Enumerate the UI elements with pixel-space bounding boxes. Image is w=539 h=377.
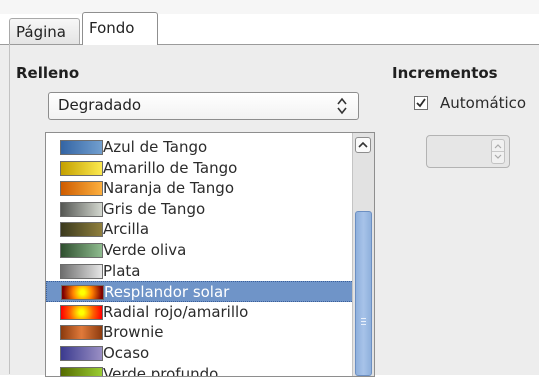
- list-item[interactable]: Azul de Tango: [46, 137, 354, 158]
- scroll-up-button[interactable]: [355, 137, 371, 153]
- automatic-checkbox[interactable]: [414, 96, 428, 110]
- chevron-up-icon: [358, 141, 368, 148]
- gradient-swatch: [60, 160, 103, 176]
- gradient-list-scrollbar[interactable]: [352, 133, 374, 376]
- gradient-swatch: [60, 345, 103, 361]
- gradient-list[interactable]: Azul de Tango Amarillo de Tango Naranja de…: [45, 132, 375, 377]
- gradient-name: Arcilla: [103, 220, 150, 239]
- gradient-swatch: [60, 263, 103, 279]
- tab-pagina[interactable]: Página: [9, 18, 80, 44]
- fill-type-value: Degradado: [58, 96, 142, 114]
- gradient-name: Verde oliva: [103, 240, 187, 259]
- gradient-swatch: [60, 201, 103, 217]
- gradient-name: Plata: [103, 261, 141, 280]
- gradient-swatch: [60, 325, 103, 341]
- window-top-edge: [0, 0, 539, 14]
- list-item[interactable]: Naranja de Tango: [46, 178, 354, 199]
- gradient-swatch: [60, 222, 103, 238]
- gradient-name: Brownie: [103, 323, 164, 342]
- gradient-name: Resplandor solar: [104, 283, 230, 302]
- gradient-name: Amarillo de Tango: [103, 158, 238, 177]
- fill-heading: Relleno: [16, 64, 80, 82]
- list-item[interactable]: Arcilla: [46, 219, 354, 240]
- list-item[interactable]: Verde profundo: [46, 364, 354, 377]
- gradient-name: Ocaso: [103, 343, 150, 362]
- gradient-name: Verde profundo: [103, 364, 219, 377]
- list-item[interactable]: Amarillo de Tango: [46, 158, 354, 179]
- gradient-name: Naranja de Tango: [103, 179, 235, 198]
- gradient-name: Azul de Tango: [103, 138, 208, 156]
- automatic-label[interactable]: Automático: [440, 94, 526, 112]
- panel-border: [9, 44, 10, 374]
- gradient-rows: Azul de Tango Amarillo de Tango Naranja de…: [46, 137, 354, 377]
- gradient-swatch: [60, 304, 103, 320]
- fill-type-dropdown[interactable]: Degradado: [48, 92, 359, 120]
- gradient-name: Gris de Tango: [103, 199, 206, 218]
- list-item[interactable]: Resplandor solar: [46, 281, 354, 302]
- list-item[interactable]: Radial rojo/amarillo: [46, 302, 354, 323]
- up-down-arrows-icon: [334, 95, 350, 117]
- tab-fondo[interactable]: Fondo: [82, 12, 158, 45]
- increments-spinbox: [426, 135, 510, 168]
- gradient-swatch: [60, 242, 103, 258]
- spin-buttons: [491, 139, 505, 164]
- list-item[interactable]: Verde oliva: [46, 240, 354, 261]
- list-item[interactable]: Plata: [46, 261, 354, 282]
- gradient-swatch: [61, 285, 104, 301]
- gradient-swatch: [60, 181, 103, 197]
- list-item[interactable]: Gris de Tango: [46, 199, 354, 220]
- gradient-swatch: [60, 140, 103, 155]
- list-item[interactable]: Brownie: [46, 322, 354, 343]
- list-item[interactable]: Ocaso: [46, 343, 354, 364]
- gradient-name: Radial rojo/amarillo: [103, 302, 249, 321]
- increments-heading: Incrementos: [392, 64, 498, 82]
- gradient-swatch: [60, 366, 103, 376]
- check-icon: [416, 98, 426, 108]
- scrollbar-thumb[interactable]: [355, 211, 372, 376]
